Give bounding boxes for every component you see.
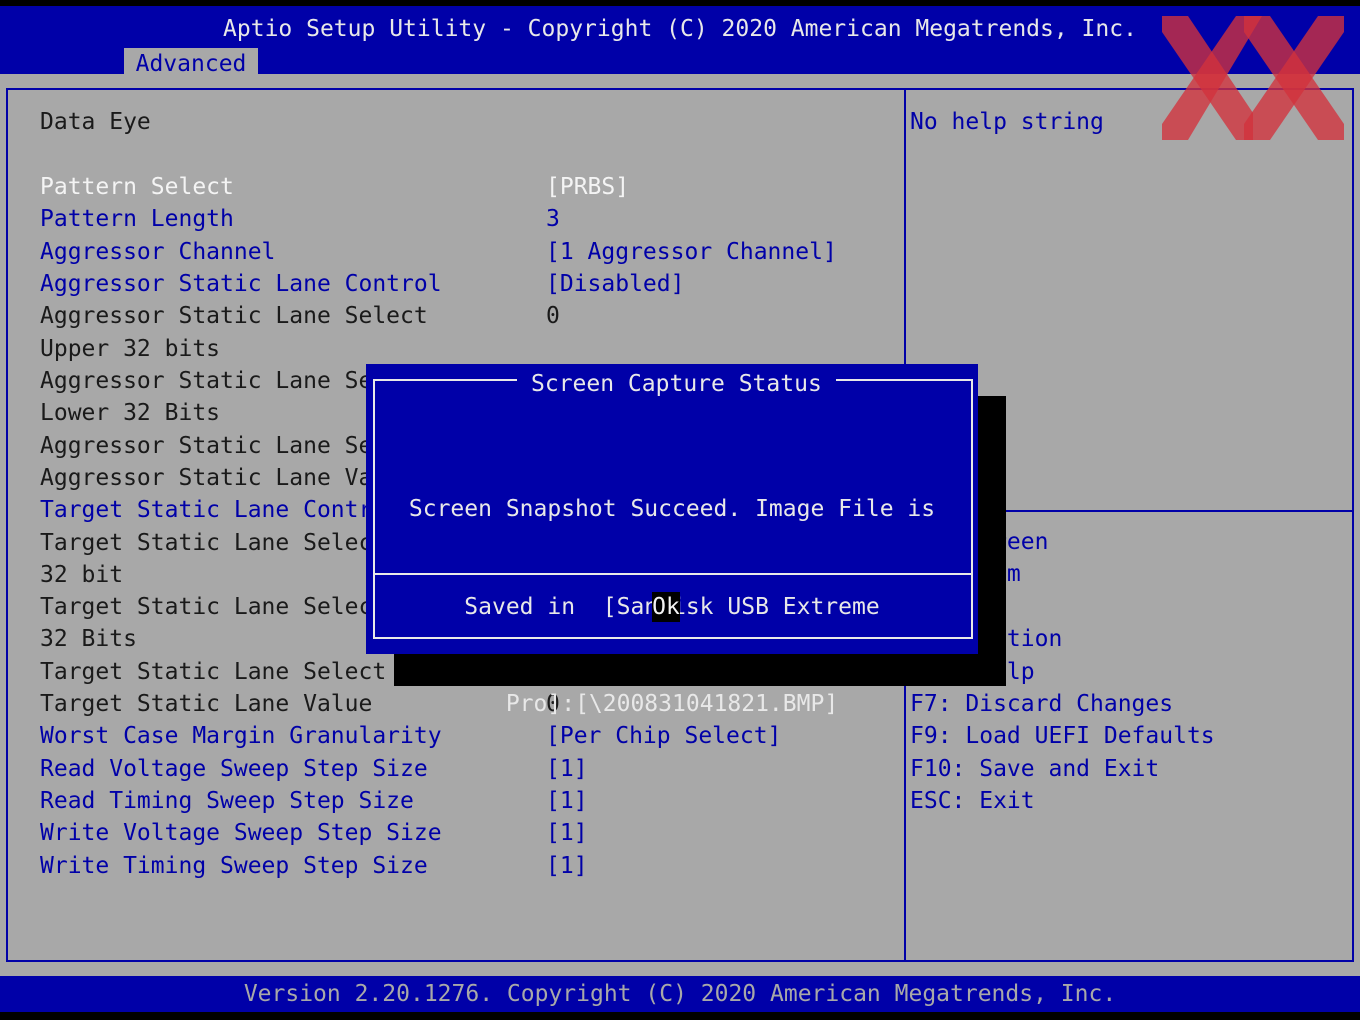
setting-value-write-timing-sweep-step-size[interactable]: [1] [546,850,588,882]
setting-value-aggressor-channel[interactable]: [1 Aggressor Channel] [546,236,837,268]
header-bar: Aptio Setup Utility - Copyright (C) 2020… [0,6,1360,80]
header-title: Aptio Setup Utility - Copyright (C) 2020… [223,16,1137,42]
setting-label-write-voltage-sweep-step-size[interactable]: Write Voltage Sweep Step Size [40,817,442,849]
setting-label-aggressor-static-lane-control[interactable]: Aggressor Static Lane Control [40,268,442,300]
setting-label-target-static-lane-select-upper: Target Static Lane Selec [40,530,373,556]
footer-bar: Version 2.20.1276. Copyright (C) 2020 Am… [0,976,1360,1012]
setting-label-aggressor-static-lane-select: Aggressor Static Lane Select [40,303,428,329]
setting-label-aggressor-static-lane-value: Aggressor Static Lane Va [40,465,373,491]
version-text: Version 2.20.1276. Copyright (C) 2020 Am… [243,981,1117,1007]
setting-label-aggressor-static-lane-select-lower: Aggressor Static Lane Se [40,368,373,394]
setting-label-upper-32-bits: Upper 32 bits [40,336,221,362]
setting-value-aggressor-static-lane-control[interactable]: [Disabled] [546,268,684,300]
setting-value-write-voltage-sweep-step-size[interactable]: [1] [546,817,588,849]
setting-value-pattern-select[interactable]: [PRBS] [546,171,629,203]
setting-label-aggressor-channel[interactable]: Aggressor Channel [40,236,275,268]
setting-label-aggressor-static-lane-se: Aggressor Static Lane Se [40,433,373,459]
setting-label-32-bits: 32 Bits [40,626,137,652]
dialog-title: Screen Capture Status [517,368,836,400]
screen-capture-dialog: Screen Capture Status Screen Snapshot Su… [366,364,978,717]
dialog-message-line-3: Pro]:[\200831041821.BMP] [505,691,839,717]
setting-label-read-timing-sweep-step-size[interactable]: Read Timing Sweep Step Size [40,785,414,817]
section-title: Data Eye [40,109,151,135]
key-escape-exit: ESC: Exit [910,788,1035,815]
setting-value-pattern-length[interactable]: 3 [546,203,560,235]
setting-label-pattern-select[interactable]: Pattern Select [40,171,234,203]
setting-label-target-static-lane-select: Target Static Lane Select [40,659,387,685]
setting-label-write-timing-sweep-step-size[interactable]: Write Timing Sweep Step Size [40,850,428,882]
setting-value-aggressor-static-lane-select: 0 [546,303,560,329]
help-string: No help string [910,109,1104,135]
watermark-logo [1162,16,1344,140]
setting-value-read-timing-sweep-step-size[interactable]: [1] [546,785,588,817]
setting-label-lower-32-bits: Lower 32 Bits [40,400,221,426]
setting-label-target-static-lane-select-lower: Target Static Lane Selec [40,594,373,620]
setting-label-target-static-lane-value: Target Static Lane Value [40,691,373,717]
setting-label-target-static-lane-control[interactable]: Target Static Lane Contr [40,494,372,526]
ok-button[interactable]: Ok [652,592,680,622]
setting-label-32-bit: 32 bit [40,562,124,588]
dialog-message-line-1: Screen Snapshot Succeed. Image File is [408,496,936,522]
setting-label-pattern-length[interactable]: Pattern Length [40,203,234,235]
